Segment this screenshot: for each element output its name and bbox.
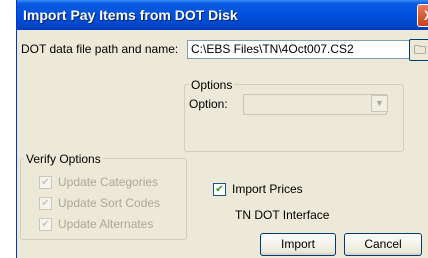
verify-options-title: Verify Options xyxy=(24,152,103,166)
file-path-input[interactable]: C:\EBS Files\TN\4Oct007.CS2 xyxy=(187,40,410,59)
update-sort-codes-label: Update Sort Codes xyxy=(58,196,161,210)
cancel-button[interactable]: Cancel xyxy=(344,233,422,256)
folder-browse-icon: 🗀 xyxy=(413,43,426,57)
file-path-label: DOT data file path and name: xyxy=(21,42,179,56)
import-dialog: Import Pay Items from DOT Disk X DOT dat… xyxy=(16,0,428,258)
options-group-title: Options xyxy=(189,78,235,92)
title-bar[interactable]: Import Pay Items from DOT Disk xyxy=(17,0,428,30)
browse-button[interactable]: 🗀 xyxy=(409,39,428,61)
import-button[interactable]: Import xyxy=(260,233,336,256)
import-prices-checkbox[interactable]: ✔ Import Prices xyxy=(213,182,303,197)
options-group: Options Option: ▼ xyxy=(184,78,404,152)
interface-label: TN DOT Interface xyxy=(235,208,330,222)
window-title: Import Pay Items from DOT Disk xyxy=(23,7,238,23)
verify-options-group: Verify Options ✔ Update Categories ✔ Updat… xyxy=(20,152,187,240)
chevron-down-icon[interactable]: ▼ xyxy=(371,95,388,112)
checkmark-icon: ✔ xyxy=(39,176,52,190)
checkmark-icon: ✔ xyxy=(39,218,52,232)
close-button[interactable]: X xyxy=(417,4,428,27)
update-categories-label: Update Categories xyxy=(58,175,159,189)
option-label: Option: xyxy=(189,97,228,111)
update-alternates-checkbox[interactable]: ✔ Update Alternates xyxy=(39,217,154,232)
update-categories-checkbox[interactable]: ✔ Update Categories xyxy=(39,175,159,190)
checkmark-icon: ✔ xyxy=(213,183,226,197)
update-sort-codes-checkbox[interactable]: ✔ Update Sort Codes xyxy=(39,196,161,211)
import-prices-label: Import Prices xyxy=(232,182,303,196)
update-alternates-label: Update Alternates xyxy=(58,217,154,231)
checkmark-icon: ✔ xyxy=(39,197,52,211)
option-select[interactable] xyxy=(243,94,387,115)
